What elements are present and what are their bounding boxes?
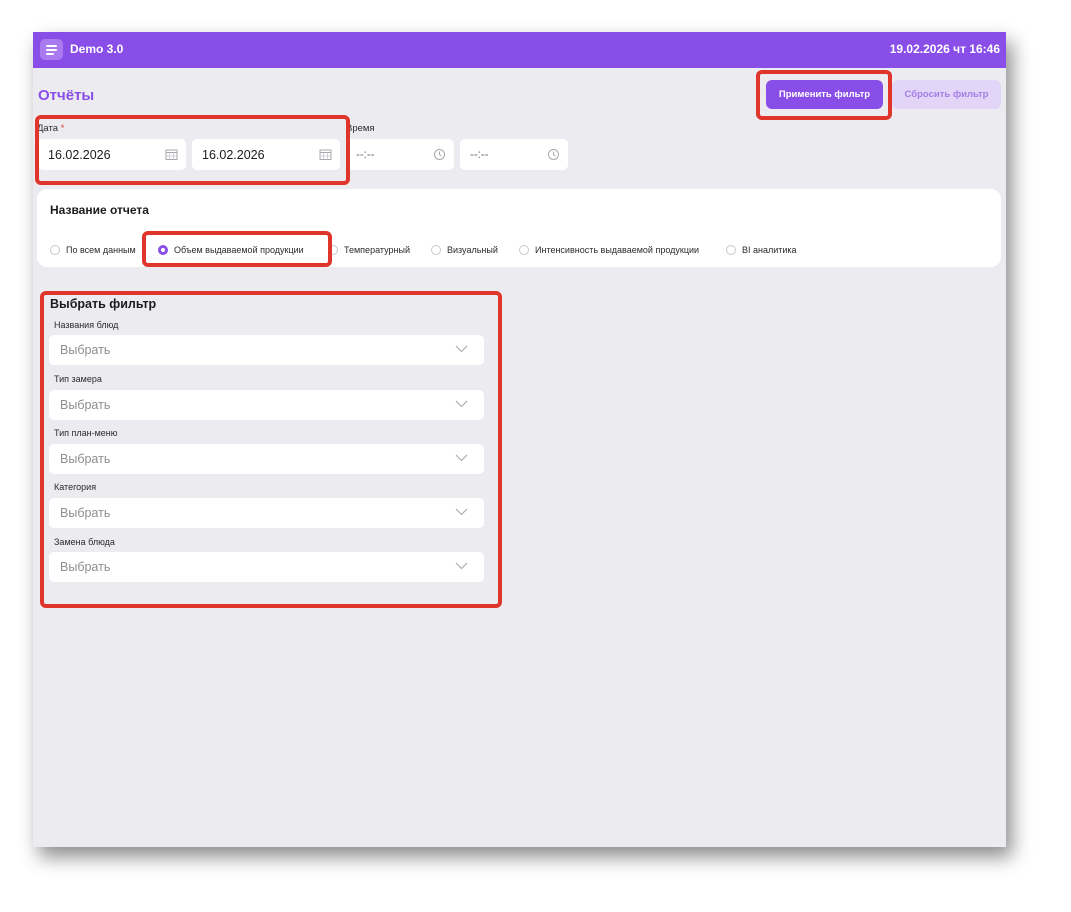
filter-section-title: Выбрать фильтр	[50, 297, 157, 311]
report-name-title: Название отчета	[50, 203, 149, 217]
menu-button[interactable]	[40, 39, 63, 60]
radio-button[interactable]	[50, 245, 60, 255]
radio-button-selected[interactable]	[158, 245, 168, 255]
select-placeholder: Выбрать	[60, 398, 111, 412]
report-option-all-data[interactable]: По всем данным	[50, 243, 136, 257]
date-from-field[interactable]: 16.02.2026	[38, 139, 186, 170]
radio-label: По всем данным	[66, 245, 136, 255]
radio-button[interactable]	[431, 245, 441, 255]
time-to-value: --:--	[470, 149, 489, 161]
category-select[interactable]: Выбрать	[49, 498, 484, 528]
apply-filter-button[interactable]: Применить фильтр	[766, 80, 883, 109]
page-title: Отчёты	[38, 87, 95, 104]
radio-label: BI аналитика	[742, 245, 797, 255]
current-datetime: 19.02.2026 чт 16:46	[889, 42, 1000, 56]
radio-label: Объем выдаваемой продукции	[174, 245, 304, 255]
date-to-value: 16.02.2026	[202, 148, 265, 162]
report-option-bi-analytics[interactable]: BI аналитика	[726, 243, 797, 257]
app-window: Demo 3.0 19.02.2026 чт 16:46 Отчёты Прим…	[33, 32, 1006, 847]
filter-label-dish-names: Названия блюд	[54, 320, 119, 330]
date-to-field[interactable]: 16.02.2026	[192, 139, 340, 170]
time-to-field[interactable]: --:--	[460, 139, 568, 170]
app-title: Demo 3.0	[70, 42, 124, 56]
dish-names-select[interactable]: Выбрать	[49, 335, 484, 365]
required-mark: *	[60, 123, 65, 134]
plan-menu-type-select[interactable]: Выбрать	[49, 444, 484, 474]
radio-button[interactable]	[328, 245, 338, 255]
radio-button[interactable]	[519, 245, 529, 255]
chevron-down-icon	[455, 562, 468, 570]
time-from-field[interactable]: --:--	[346, 139, 454, 170]
select-placeholder: Выбрать	[60, 343, 111, 357]
filter-label-category: Категория	[54, 482, 97, 492]
dish-replacement-select[interactable]: Выбрать	[49, 552, 484, 582]
top-bar: Demo 3.0 19.02.2026 чт 16:46	[33, 32, 1006, 68]
radio-label: Интенсивность выдаваемой продукции	[535, 245, 700, 255]
filter-label-plan-menu-type: Тип план-меню	[54, 428, 118, 438]
date-label: Дата *	[37, 123, 65, 134]
filter-label-dish-replacement: Замена блюда	[54, 537, 115, 547]
select-placeholder: Выбрать	[60, 506, 111, 520]
time-label: Время	[346, 123, 375, 134]
select-placeholder: Выбрать	[60, 452, 111, 466]
report-option-product-volume[interactable]: Объем выдаваемой продукции	[158, 243, 304, 257]
report-name-card: Название отчета По всем данным Объем выд…	[37, 189, 1001, 267]
chevron-down-icon	[455, 454, 468, 462]
radio-label: Температурный	[344, 245, 410, 255]
reset-filter-button[interactable]: Сбросить фильтр	[892, 80, 1001, 109]
chevron-down-icon	[455, 400, 468, 408]
chevron-down-icon	[455, 345, 468, 353]
report-option-intensity[interactable]: Интенсивность выдаваемой продукции	[519, 243, 699, 257]
date-from-value: 16.02.2026	[48, 148, 111, 162]
time-from-value: --:--	[356, 149, 375, 161]
measure-type-select[interactable]: Выбрать	[49, 390, 484, 420]
report-option-visual[interactable]: Визуальный	[431, 243, 498, 257]
radio-label: Визуальный	[447, 245, 498, 255]
clock-icon[interactable]	[433, 148, 446, 161]
clock-icon[interactable]	[547, 148, 560, 161]
calendar-icon[interactable]	[165, 148, 178, 161]
report-option-temperature[interactable]: Температурный	[328, 243, 410, 257]
filter-label-measure-type: Тип замера	[54, 374, 102, 384]
calendar-icon[interactable]	[319, 148, 332, 161]
chevron-down-icon	[455, 508, 468, 516]
radio-button[interactable]	[726, 245, 736, 255]
select-placeholder: Выбрать	[60, 560, 111, 574]
